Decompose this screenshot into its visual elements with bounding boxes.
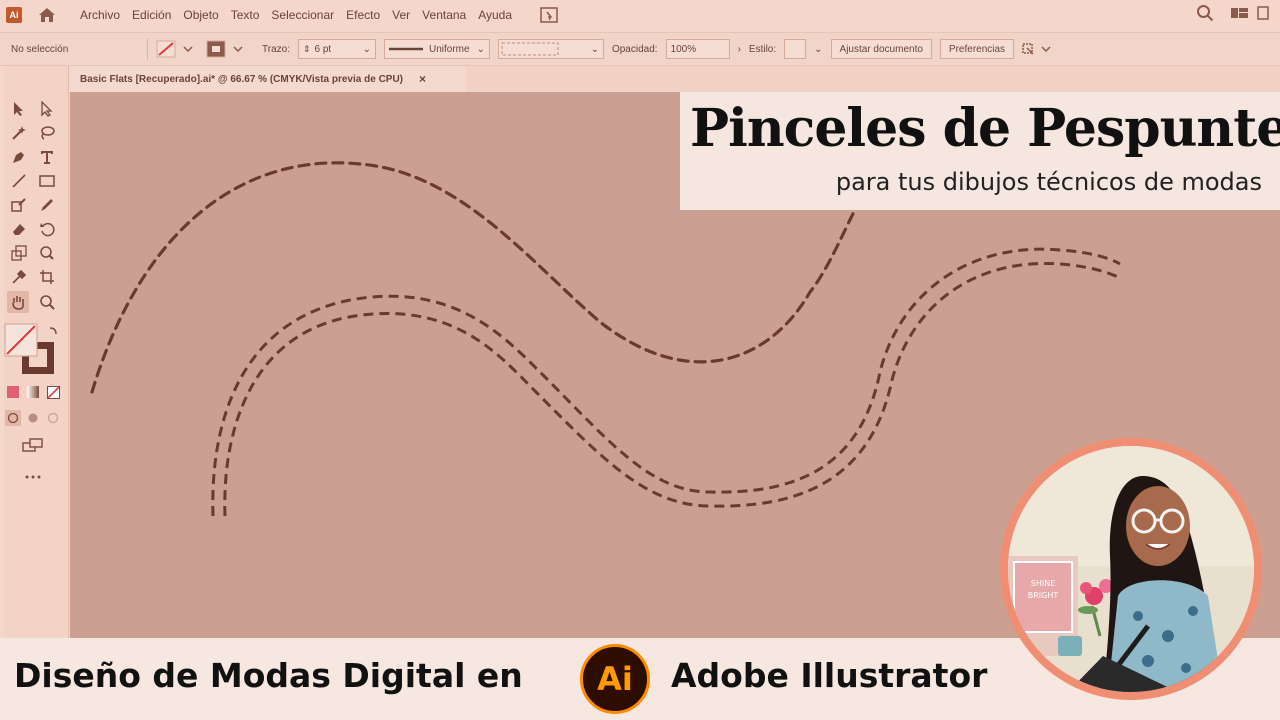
chevron-down-icon[interactable]: ⌄ (591, 44, 599, 55)
preferences-button[interactable]: Preferencias (939, 39, 1015, 59)
draw-behind-icon[interactable] (25, 410, 41, 426)
fill-stroke-widget[interactable] (4, 322, 64, 376)
style-label: Estilo: (748, 43, 777, 55)
document-tab[interactable]: Basic Flats [Recuperado].ai* @ 66.67 % (… (70, 66, 466, 92)
screen-mode-icon[interactable] (22, 434, 44, 456)
title-card: Pinceles de Pespuntes para tus dibujos t… (680, 92, 1280, 210)
rotate-icon[interactable] (36, 218, 58, 240)
menu-list: Archivo Edición Objeto Texto Seleccionar… (80, 8, 524, 22)
pen-icon[interactable] (8, 146, 30, 168)
stroke-weight-field[interactable]: ⇕ 6 pt ⌄ (297, 39, 376, 59)
menu-archivo[interactable]: Archivo (80, 8, 120, 22)
magic-wand-icon[interactable] (8, 122, 30, 144)
illustrator-logo: Ai (580, 644, 650, 714)
eyedropper-icon[interactable] (8, 266, 30, 288)
document-tab-bar: Basic Flats [Recuperado].ai* @ 66.67 % (… (70, 66, 1280, 92)
chevron-right-icon[interactable]: › (738, 39, 741, 59)
banner-left-text: Diseño de Modas Digital en (14, 656, 523, 695)
double-stitch-path-outer (211, 247, 1121, 517)
menu-ventana[interactable]: Ventana (422, 8, 466, 22)
crop-icon[interactable] (36, 266, 58, 288)
menubar-right (1196, 0, 1270, 30)
brush-definition[interactable]: ⌄ (497, 39, 604, 59)
menu-efecto[interactable]: Efecto (346, 8, 380, 22)
control-bar: No selección Trazo: ⇕ 6 pt ⌄ Uniforme ⌄ … (0, 32, 1280, 66)
workspace-icon[interactable] (1230, 5, 1270, 26)
opacity-value: 100% (670, 43, 697, 55)
color-mode-icon[interactable] (5, 384, 21, 400)
rectangle-icon[interactable] (36, 170, 58, 192)
tools-panel (4, 66, 69, 638)
chevron-down-icon[interactable]: ⌄ (814, 39, 822, 59)
menu-ver[interactable]: Ver (392, 8, 410, 22)
draw-normal-icon[interactable] (5, 410, 21, 426)
menu-texto[interactable]: Texto (231, 8, 260, 22)
menu-edicion[interactable]: Edición (132, 8, 171, 22)
style-swatch[interactable] (784, 39, 807, 59)
zoom-icon[interactable] (36, 291, 58, 313)
search-icon[interactable] (1196, 4, 1214, 27)
avatar-photo: SHINE BRIGHT (1008, 446, 1254, 692)
stroke-profile-line (388, 47, 423, 51)
close-icon[interactable]: × (419, 72, 426, 86)
stepper-icon[interactable]: ⇕ (303, 44, 311, 55)
arrange-icon[interactable] (1022, 39, 1052, 59)
double-stitch-path-inner (223, 261, 1121, 517)
divider (147, 38, 148, 60)
opacity-field[interactable]: 100% (665, 39, 730, 59)
stroke-swatch[interactable] (206, 39, 248, 59)
lasso-icon[interactable] (36, 122, 58, 144)
hand-icon[interactable] (7, 291, 29, 313)
menu-bar: Ai Archivo Edición Objeto Texto Seleccio… (0, 0, 1280, 30)
fill-swatch[interactable] (156, 39, 198, 59)
pencil-icon[interactable] (36, 194, 58, 216)
illustrator-screenshot: Ai Archivo Edición Objeto Texto Seleccio… (0, 0, 1280, 720)
stroke-weight-value: 6 pt (314, 43, 332, 55)
more-tools-icon[interactable] (22, 466, 44, 488)
document-tab-title: Basic Flats [Recuperado].ai* @ 66.67 % (… (80, 73, 404, 85)
none-mode-icon[interactable] (45, 384, 61, 400)
direct-selection-tool-icon[interactable] (36, 98, 58, 120)
menu-seleccionar[interactable]: Seleccionar (271, 8, 334, 22)
home-icon[interactable] (36, 4, 58, 26)
banner-right-text: Adobe Illustrator (671, 656, 988, 695)
profile-label: Uniforme (428, 43, 470, 55)
scale-icon[interactable] (8, 242, 30, 264)
menu-objeto[interactable]: Objeto (183, 8, 218, 22)
chevron-down-icon[interactable]: ⌄ (477, 44, 485, 55)
fit-document-button[interactable]: Ajustar documento (830, 39, 932, 59)
subtitle: para tus dibujos técnicos de modas (835, 168, 1262, 196)
avatar-sign-text: SHINE (1031, 579, 1056, 588)
selection-status: No selección (11, 43, 69, 55)
eraser-icon[interactable] (8, 218, 30, 240)
warp-icon[interactable] (36, 242, 58, 264)
selection-tool-icon[interactable] (8, 98, 30, 120)
stroke-label: Trazo: (262, 43, 290, 55)
gradient-mode-icon[interactable] (25, 384, 41, 400)
line-icon[interactable] (8, 170, 30, 192)
opacity-label: Opacidad: (611, 43, 658, 55)
app-logo: Ai (6, 7, 22, 23)
main-title: Pinceles de Pespuntes (690, 98, 1280, 159)
presenter-avatar: SHINE BRIGHT (1000, 438, 1262, 700)
shaper-icon[interactable] (8, 194, 30, 216)
dashed-brush-preview (501, 42, 559, 56)
avatar-illustration: SHINE BRIGHT (1008, 446, 1254, 692)
chevron-down-icon[interactable]: ⌄ (363, 44, 371, 55)
avatar-sign-text-2: BRIGHT (1028, 591, 1059, 600)
variable-width-profile[interactable]: Uniforme ⌄ (383, 39, 490, 59)
type-icon[interactable] (36, 146, 58, 168)
menu-ayuda[interactable]: Ayuda (478, 8, 512, 22)
arrange-documents-icon[interactable] (538, 4, 560, 26)
draw-inside-icon[interactable] (45, 410, 61, 426)
